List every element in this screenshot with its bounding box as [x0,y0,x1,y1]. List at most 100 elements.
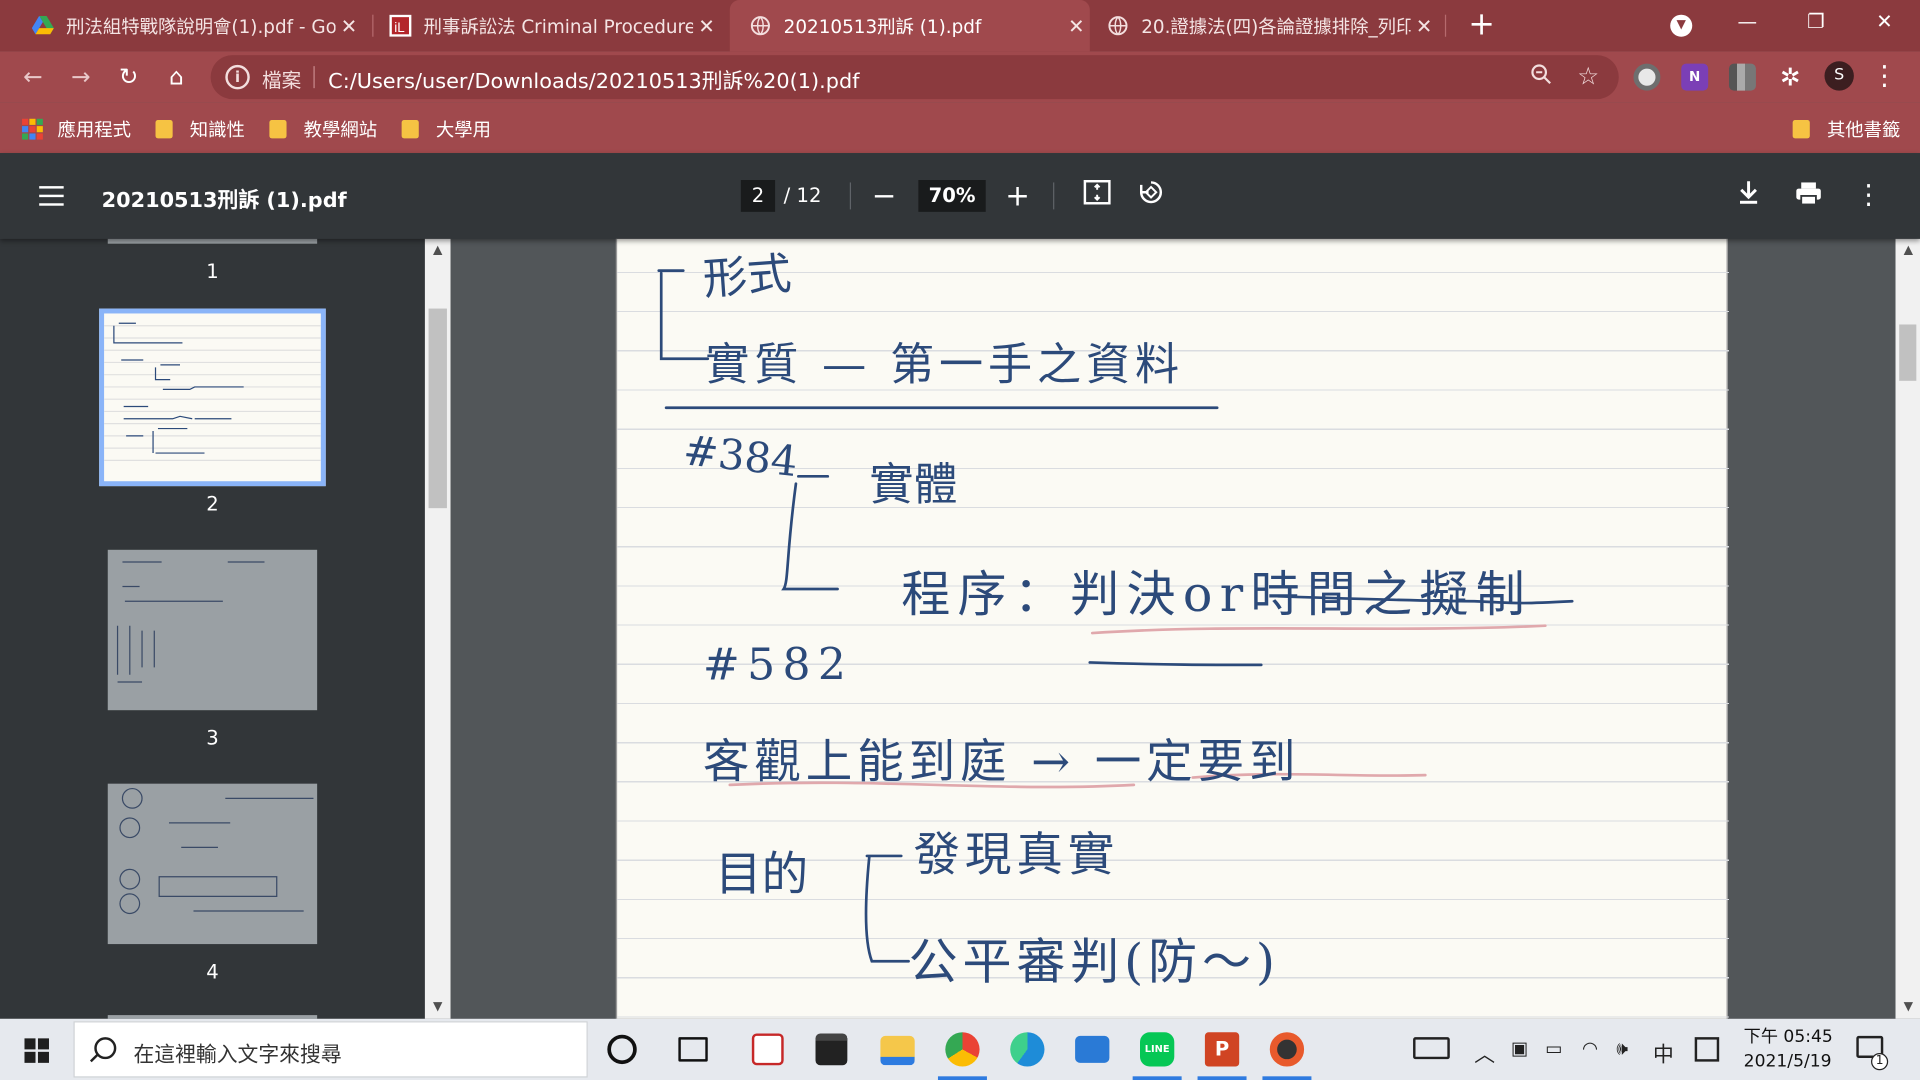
rotate-button[interactable] [1133,178,1170,215]
home-button[interactable]: ⌂ [160,61,192,93]
ime-mode-icon[interactable] [1694,1037,1720,1062]
url-scheme-label: 檔案 [262,68,302,92]
folder-icon [155,120,173,139]
thumbnail-page-2[interactable] [99,308,326,487]
extension-icon[interactable] [1728,63,1756,91]
task-view-icon[interactable] [678,1037,708,1062]
reload-button[interactable]: ↻ [113,61,145,93]
active-app-indicator [1262,1076,1312,1080]
bookmark-label: 教學網站 [303,118,378,141]
line-app-icon[interactable]: LINE [1140,1032,1175,1067]
system-clock[interactable]: 下午 05:45 2021/5/19 [1744,1025,1833,1074]
bookmark-label: 應用程式 [57,118,132,141]
tab-search-button[interactable]: ▼ [1651,0,1712,44]
thumbnail-label: 3 [206,726,219,750]
thumbnail-sidebar: 1 2 3 4 [0,238,425,1019]
scrollbar-thumb[interactable] [1899,324,1917,381]
pdf-page: 形式 實質 — 第一手之資料 #384 實體 程序：判決or時間之擬制 #582… [615,238,1729,1019]
url-text[interactable]: C:/Users/user/Downloads/20210513刑訴%20(1)… [328,64,859,94]
battery-icon[interactable]: ▭ [1545,1037,1562,1059]
tab-active-pdf[interactable]: 20210513刑訴 (1).pdf ✕ [729,0,1090,52]
pdf-viewport: 形式 實質 — 第一手之資料 #384 實體 程序：判決or時間之擬制 #582… [450,238,1896,1019]
fit-page-button[interactable] [1079,178,1116,215]
edge-icon[interactable] [1010,1032,1045,1067]
close-tab-icon[interactable]: ✕ [693,14,720,37]
bookmark-apps[interactable]: 應用程式 [22,116,131,142]
tab-evidence-law[interactable]: 20.證據法(四)各論證據排除_列印 ✕ [1107,0,1438,51]
cortana-icon[interactable] [607,1034,637,1065]
thumbnail-page-1[interactable] [107,238,318,244]
tab-title: 20210513刑訴 (1).pdf [783,15,982,38]
windows-start-icon[interactable] [24,1038,49,1063]
scrollbar-thumb[interactable] [428,308,447,509]
active-app-indicator [937,1076,987,1080]
show-hidden-icons[interactable]: ︿ [1474,1037,1495,1067]
tab-title: 刑法組特戰隊說明會(1).pdf - Goo [66,15,336,38]
folder-icon [1792,120,1810,139]
profile-avatar[interactable]: S [1824,61,1854,91]
bookmark-star-icon[interactable]: ☆ [1577,61,1599,90]
other-bookmarks[interactable]: 其他書籤 [1792,116,1901,142]
zoom-out-button[interactable]: − [866,178,903,215]
wifi-icon[interactable]: ◠ [1582,1037,1598,1059]
print-button[interactable] [1790,178,1827,215]
powerpoint-icon[interactable]: P [1204,1032,1240,1067]
page-number-input[interactable]: 2 [740,180,776,212]
download-button[interactable] [1730,178,1767,215]
scroll-up-arrow[interactable]: ▲ [425,244,451,257]
file-explorer-icon[interactable] [880,1035,915,1066]
sidebar-scrollbar[interactable]: ▲ ▼ [424,238,451,1019]
scroll-up-arrow[interactable]: ▲ [1896,244,1920,257]
close-tab-icon[interactable]: ✕ [336,14,363,37]
bookmark-folder-knowledge[interactable]: 知識性 [155,116,245,142]
info-icon[interactable]: i [225,64,250,90]
forward-button[interactable]: → [65,61,97,93]
notification-badge: 1 [1871,1053,1889,1071]
back-button[interactable]: ← [17,61,49,93]
close-tab-icon[interactable]: ✕ [1411,14,1438,37]
puzzle-extensions-icon[interactable]: ✲ [1777,64,1804,91]
download-icon [1740,181,1758,204]
mail-icon[interactable] [1075,1035,1110,1063]
active-app-indicator [1197,1076,1247,1080]
scroll-down-arrow[interactable]: ▼ [1896,1000,1920,1013]
pdf-title: 20210513刑訴 (1).pdf [101,188,347,214]
chrome-icon[interactable] [945,1032,980,1067]
taskbar-search-box[interactable]: 在這裡輸入文字來搜尋 [73,1021,588,1078]
zoom-level-input[interactable]: 70% [918,180,986,212]
document-scrollbar[interactable]: ▲ ▼ [1895,238,1920,1019]
clock-time: 下午 05:45 [1743,1027,1833,1047]
new-tab-button[interactable]: + [1464,7,1498,44]
tab-criminal-procedure[interactable]: iL 刑事訴訟法 Criminal Procedure ✕ [389,0,720,51]
minimize-button[interactable]: — [1717,0,1778,44]
note-line-582: #582 [702,640,854,691]
news-widget-icon[interactable] [1413,1037,1450,1060]
zoom-icon[interactable] [1531,64,1553,92]
meet-now-icon[interactable]: ▣ [1511,1037,1528,1059]
tab-drive-pdf[interactable]: 刑法組特戰隊說明會(1).pdf - Goo ✕ [31,0,363,51]
close-window-button[interactable]: ✕ [1854,0,1915,44]
scroll-down-arrow[interactable]: ▼ [425,1000,451,1013]
svg-text:iL: iL [394,20,405,35]
more-options-icon[interactable]: ⋮ [1850,178,1887,215]
thumbnail-label: 4 [206,960,219,984]
address-bar[interactable]: i 檔案 C:/Users/user/Downloads/20210513刑訴%… [210,55,1619,100]
gift-app-icon[interactable] [751,1033,784,1066]
extension-record-icon[interactable] [1633,63,1661,91]
onenote-icon[interactable]: N [1681,63,1709,91]
bookmark-folder-university[interactable]: 大學用 [401,116,491,142]
clock-date: 2021/5/19 [1743,1051,1832,1072]
restore-button[interactable]: ❐ [1785,0,1846,44]
thumbnail-page-3[interactable] [107,549,318,711]
ime-indicator[interactable]: 中 [1653,1037,1674,1067]
thumbnail-page-4[interactable] [107,783,318,945]
bookmark-folder-teaching[interactable]: 教學網站 [269,116,377,142]
other-bookmarks-label: 其他書籤 [1826,118,1901,141]
volume-icon[interactable]: 🕪 [1616,1037,1628,1059]
close-tab-icon[interactable]: ✕ [1063,14,1090,37]
menu-kebab-icon[interactable]: ⋮ [1869,61,1901,93]
store-icon[interactable] [815,1033,848,1066]
sidebar-menu-icon[interactable] [39,186,64,206]
zoom-in-button[interactable]: + [999,178,1036,215]
media-player-icon[interactable] [1269,1032,1305,1067]
